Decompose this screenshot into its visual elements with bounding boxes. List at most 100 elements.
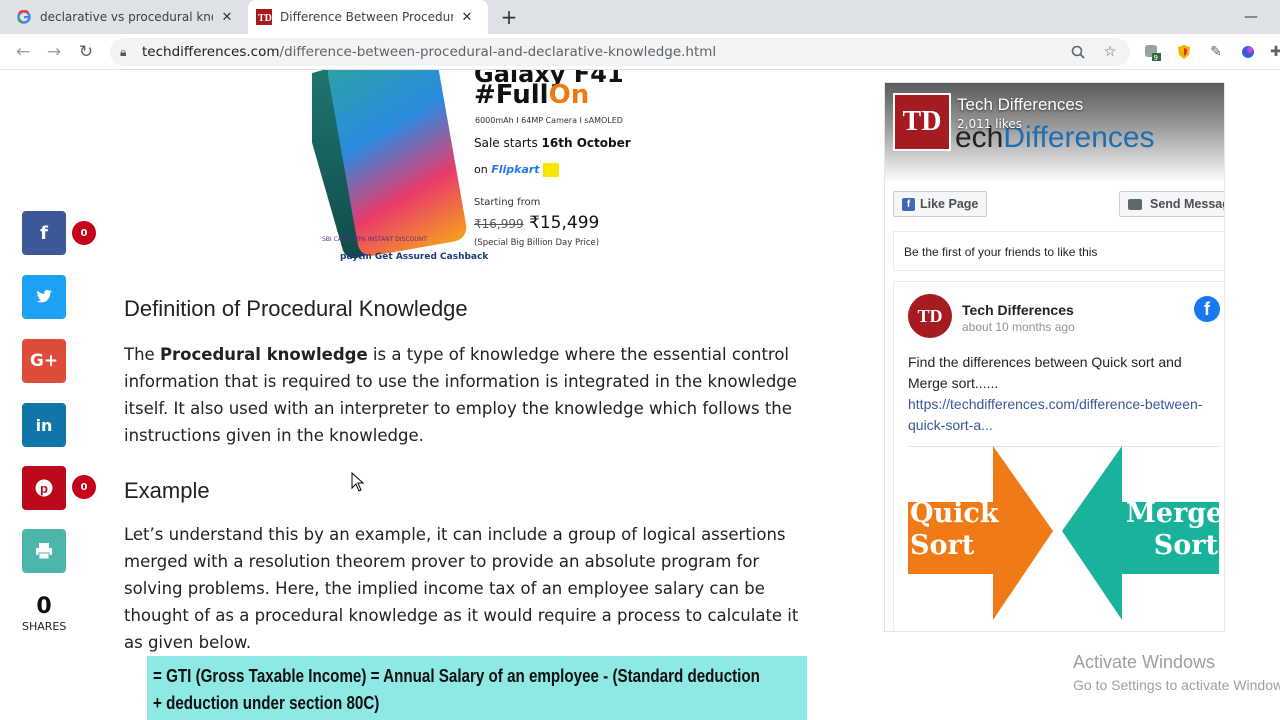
para-prefix: The [124, 345, 160, 364]
ad-sale-prefix: Sale starts [474, 136, 538, 150]
fb-send-message-button[interactable]: Send Message [1119, 191, 1224, 217]
flipkart-logo-icon [543, 163, 560, 177]
ad-price: ₹16,999 ₹15,499 [474, 213, 599, 233]
google-icon [16, 9, 32, 25]
ad-specs: 6000mAh I 64MP Camera I sAMOLED [475, 116, 623, 125]
url-path: /difference-between-procedural-and-decla… [279, 44, 717, 60]
ad-sale-date: Sale starts 16th October [474, 136, 631, 150]
section-heading-example: Example [124, 478, 210, 503]
fb-post-author[interactable]: Tech Differences [962, 302, 1074, 318]
twitter-share-button[interactable] [22, 275, 66, 319]
quick-word: Quick [910, 498, 999, 529]
section-heading-definition: Definition of Procedural Knowledge [124, 296, 468, 321]
message-icon [1128, 198, 1142, 210]
url-host: techdifferences.com [142, 44, 280, 60]
ad-sale-suffix: th October [558, 136, 631, 150]
close-tab-icon[interactable]: ✕ [219, 9, 235, 25]
activate-windows-subtitle: Go to Settings to activate Windows. [1073, 677, 1280, 693]
fb-page-likes: 2,011 likes [957, 117, 1022, 131]
ad-offer: (Special Big Billion Day Price) [474, 238, 600, 248]
bookmark-star-icon[interactable]: ☆ [1100, 42, 1120, 62]
address-bar[interactable]: 🔒︎ techdifferences.com/difference-betwee… [110, 38, 1130, 66]
pinterest-icon: p [35, 479, 53, 497]
ad-bank-offer: SBI CARD 10% INSTANT DISCOUNT [322, 236, 427, 243]
forward-icon[interactable]: → [43, 41, 65, 63]
ad-slogan: #FullOn [474, 80, 589, 110]
gti-formula-box: = GTI (Gross Taxable Income) = Annual Sa… [147, 656, 807, 720]
google-plus-share-button[interactable]: G+ [22, 339, 66, 383]
sort-word-right: Sort [1153, 530, 1218, 561]
ad-old-price: ₹16,999 [474, 217, 524, 231]
pinterest-share-count: 0 [72, 475, 96, 499]
edit-note-icon[interactable]: ✎ [1206, 42, 1226, 62]
activate-windows-title: Activate Windows [1073, 652, 1216, 672]
lock-icon: 🔒︎ [120, 45, 127, 59]
mouse-cursor-icon [351, 472, 365, 492]
tab-techdifferences[interactable]: TD Difference Between Procedural a ✕ [248, 0, 488, 34]
print-icon [36, 543, 52, 559]
fb-post-link[interactable]: https://techdifferences.com/difference-b… [908, 396, 1202, 433]
ad-new-price: ₹15,499 [529, 213, 600, 233]
tab-strip: declarative vs procedural knowle ✕ TD Di… [0, 0, 1280, 34]
tab-google-search[interactable]: declarative vs procedural knowle ✕ [8, 0, 246, 34]
merge-sort-label: Merge Sort [1126, 498, 1219, 562]
ad-slogan-on: On [548, 80, 590, 110]
twitter-icon [36, 289, 52, 303]
fb-post-image[interactable]: Quick Sort Merge Sort [908, 446, 1219, 620]
new-tab-icon[interactable]: + [498, 5, 520, 29]
tab-title: Difference Between Procedural a [280, 10, 453, 24]
fb-page-logo[interactable]: TD [893, 93, 951, 151]
fb-send-label: Send Message [1150, 197, 1224, 211]
formula-line-2: + deduction under section 80C) [153, 692, 380, 713]
extension-badge: 9 [1154, 54, 1158, 61]
ad-retailer: on Flipkart [474, 163, 560, 177]
fb-post-text: Find the differences between Quick sort … [908, 354, 1182, 391]
fb-like-label: Like Page [920, 197, 979, 211]
fb-post-avatar[interactable]: TD [908, 294, 952, 338]
svg-text:p: p [40, 481, 48, 496]
svg-text:TD: TD [258, 13, 272, 24]
facebook-f-icon: f [902, 197, 915, 211]
reload-icon[interactable]: ↻ [75, 41, 97, 63]
ad-retailer-name: Flipkart [491, 163, 540, 176]
fb-like-page-button[interactable]: f Like Page [893, 191, 988, 217]
facebook-page-widget: echDifferences TD Tech Differences 2,011… [884, 82, 1225, 632]
close-tab-icon[interactable]: ✕ [459, 9, 475, 25]
zoom-icon[interactable] [1068, 42, 1088, 62]
fb-friends-like-text: Be the first of your friends to like thi… [893, 231, 1224, 271]
ad-starting: Starting from [474, 197, 541, 208]
print-button[interactable] [22, 529, 66, 573]
shares-label: SHARES [22, 620, 67, 633]
sort-word-left: Sort [910, 530, 975, 561]
ad-paytm: paytm Get Assured Cashback [340, 252, 489, 262]
quick-sort-label: Quick Sort [910, 498, 999, 562]
fb-post-card: TD Tech Differences about 10 months ago … [893, 281, 1224, 631]
linkedin-icon: in [35, 415, 53, 435]
brave-shield-icon[interactable] [1174, 42, 1194, 62]
back-icon[interactable]: ← [12, 41, 34, 63]
puzzle-extensions-icon[interactable]: ✚ [1266, 42, 1280, 62]
color-extension-icon[interactable] [1238, 42, 1258, 62]
ad-slogan-hash: #Full [474, 80, 549, 110]
facebook-logo-icon[interactable]: f [1194, 296, 1220, 322]
samsung-galaxy-ad[interactable]: Galaxy F41 #FullOn 6000mAh I 64MP Camera… [312, 70, 642, 278]
bold-term: Procedural knowledge [159, 345, 368, 364]
browser-toolbar: ← → ↻ 🔒︎ techdifferences.com/difference-… [0, 34, 1280, 70]
fb-page-name[interactable]: Tech Differences [957, 95, 1083, 115]
ad-on-prefix: on [474, 163, 488, 176]
tab-title: declarative vs procedural knowle [40, 10, 213, 24]
fb-brand-suffix: Differences [1003, 121, 1155, 154]
td-logo-icon: TD [256, 9, 272, 25]
facebook-share-button[interactable]: f [22, 211, 66, 255]
pinterest-share-button[interactable]: p [22, 466, 66, 510]
ad-sale-day: 16 [541, 136, 559, 150]
example-paragraph: Let’s understand this by an example, it … [124, 525, 799, 652]
facebook-share-count: 0 [72, 221, 96, 245]
extension-icon[interactable]: 9 [1142, 42, 1162, 62]
formula-line-1: = GTI (Gross Taxable Income) = Annual Sa… [153, 665, 760, 686]
facebook-icon: f [40, 222, 48, 244]
fb-post-time[interactable]: about 10 months ago [962, 320, 1075, 334]
shares-total: 0 [36, 594, 52, 619]
linkedin-share-button[interactable]: in [22, 403, 66, 447]
minimize-window-icon[interactable]: — [1240, 6, 1262, 28]
